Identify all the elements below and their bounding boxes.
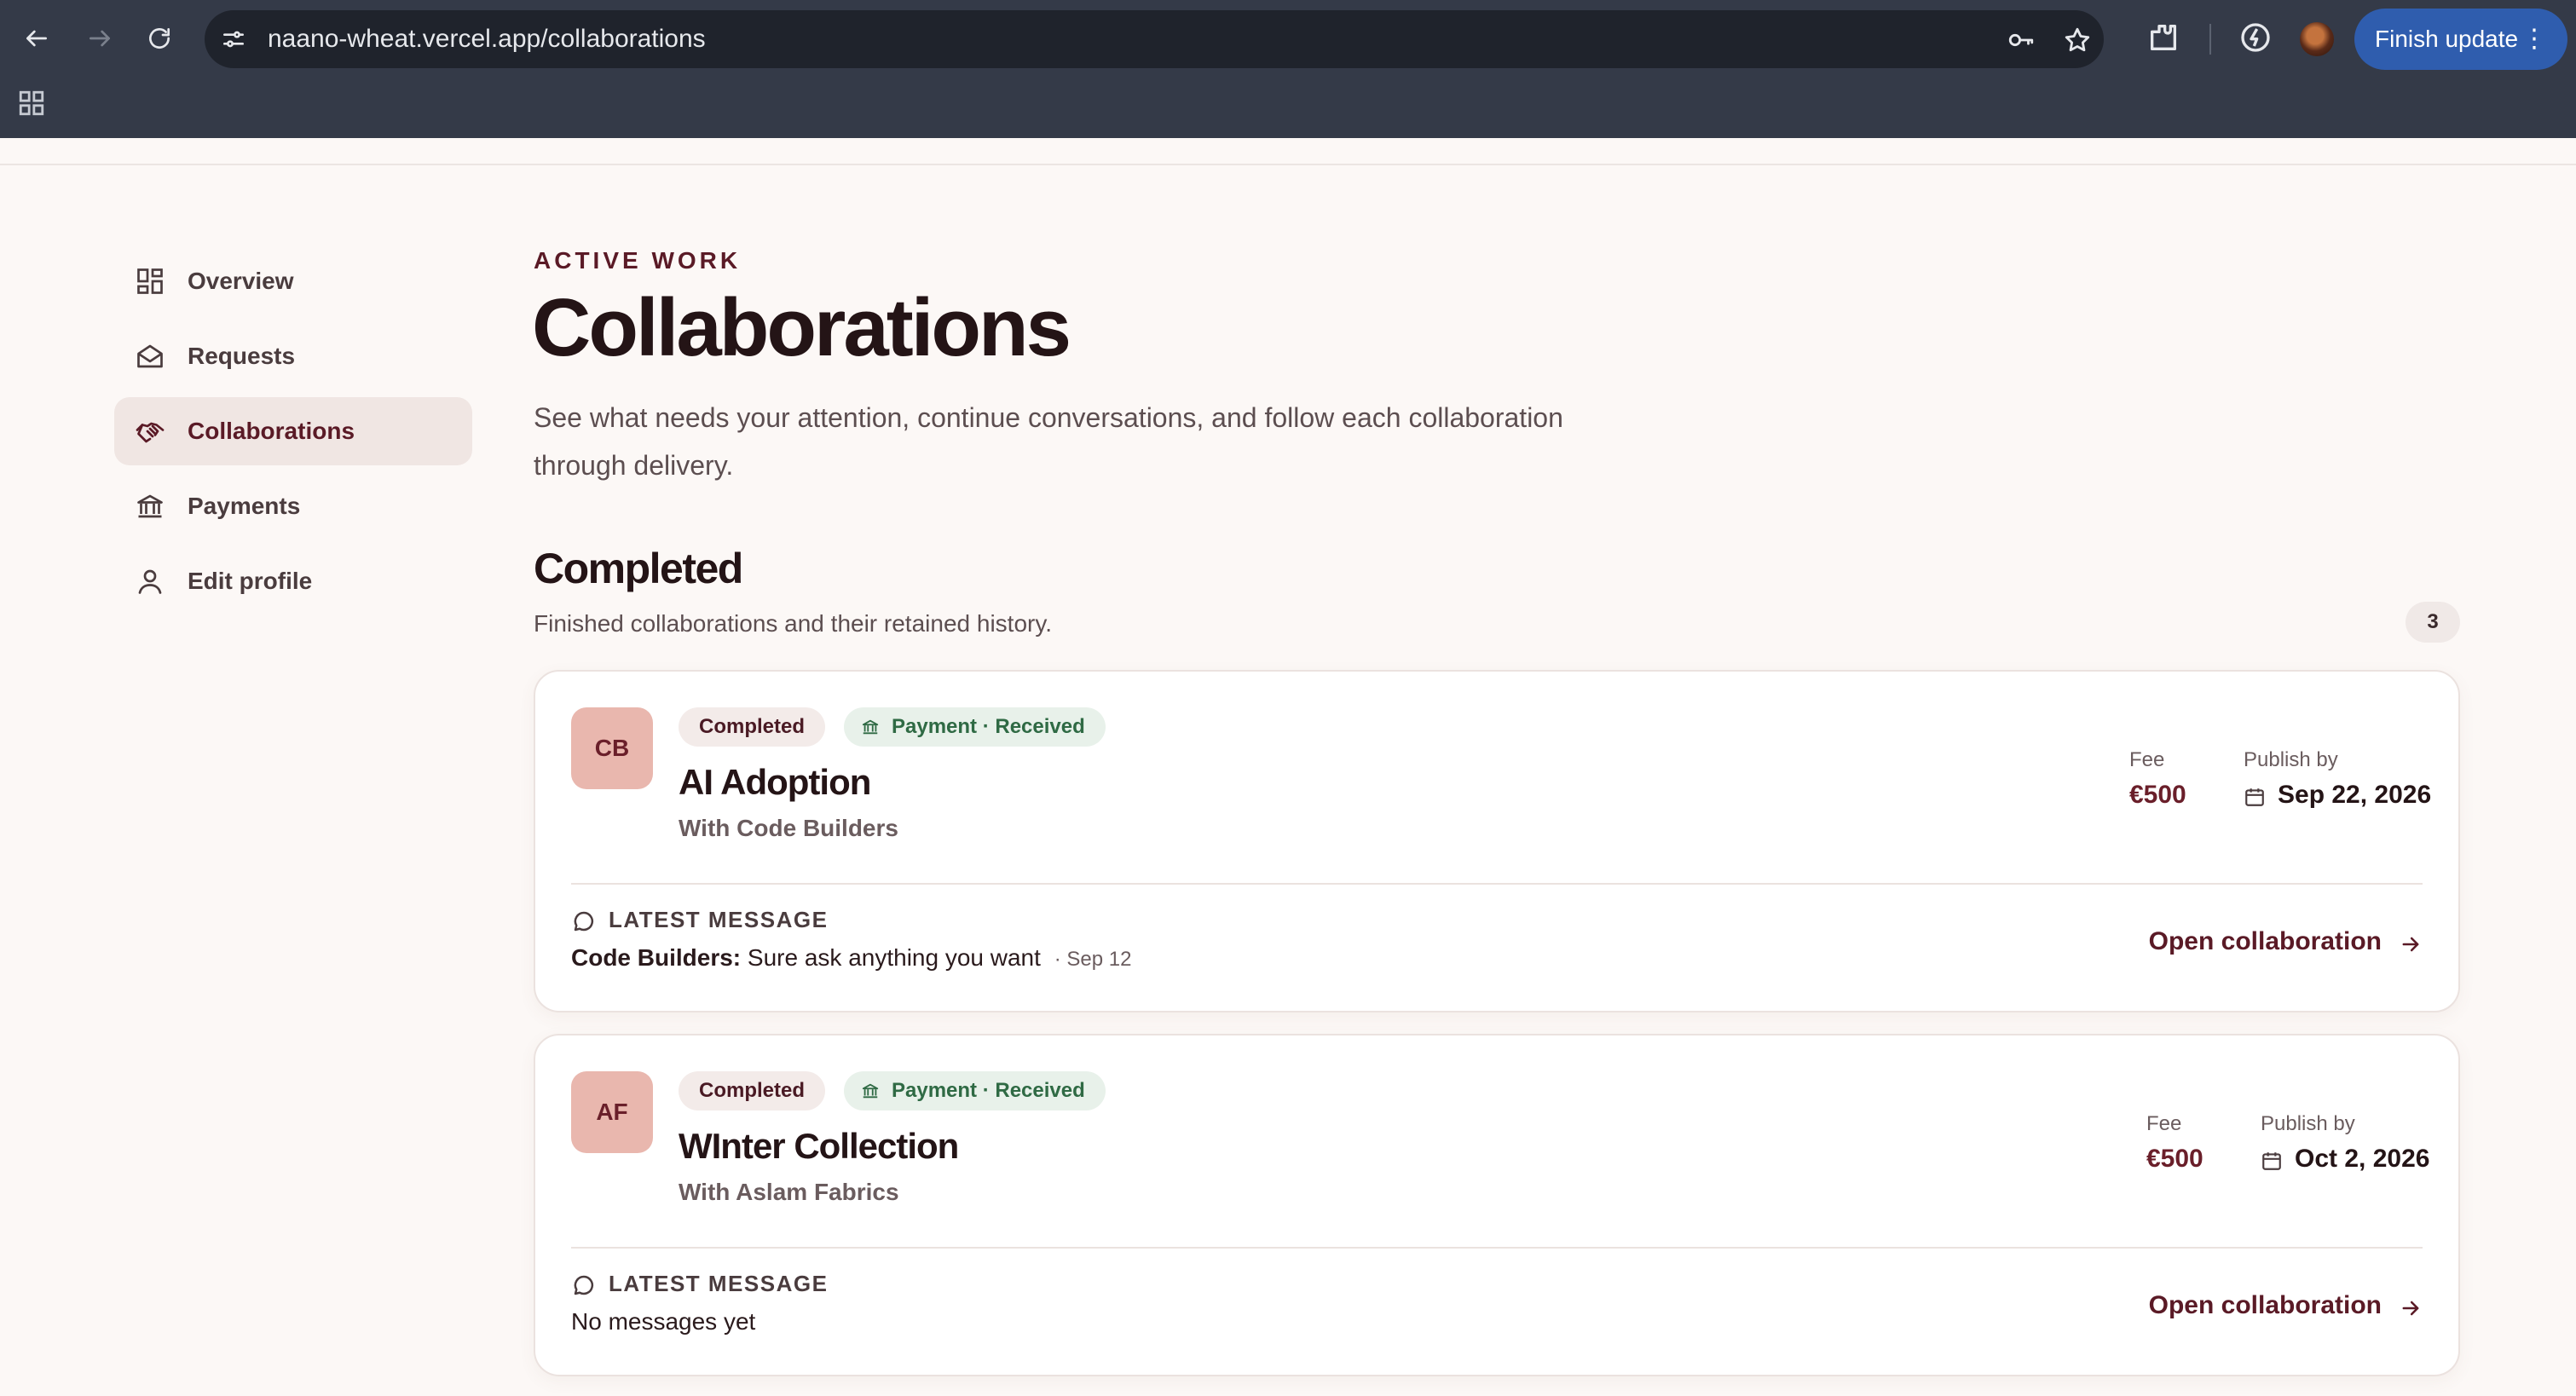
latest-message-body: Sure ask anything you want <box>747 944 1041 971</box>
collaboration-card: AF Completed Payment · Received WInter C… <box>534 1034 2460 1376</box>
address-bar[interactable]: naano-wheat.vercel.app/collaborations <box>205 10 2104 68</box>
collaboration-card: CB Completed Payment · Received AI Adopt… <box>534 670 2460 1012</box>
publish-by-date-text: Sep 22, 2026 <box>2278 781 2432 809</box>
latest-message-date: · Sep 12 <box>1054 948 1132 971</box>
collaboration-partner: With Code Builders <box>679 815 898 841</box>
publish-by-date: Oct 2, 2026 <box>2261 1145 2429 1174</box>
url-path: /collaborations <box>540 25 706 53</box>
latest-message-sender: Code Builders: <box>571 944 742 971</box>
arrow-right-icon <box>90 30 110 47</box>
publish-by-date: Sep 22, 2026 <box>2244 781 2431 810</box>
latest-message-label-text: LATEST MESSAGE <box>609 907 829 932</box>
section-title: Completed <box>534 545 743 592</box>
sidebar-item-requests[interactable]: Requests <box>114 322 472 390</box>
publish-by-label: Publish by <box>2244 748 2338 771</box>
open-collaboration-link[interactable]: Open collaboration <box>2149 927 2423 956</box>
latest-message-text: Code Builders: Sure ask anything you wan… <box>571 944 1131 972</box>
toolbar-separator <box>2209 24 2211 55</box>
url-text: naano-wheat.vercel.app/collaborations <box>268 10 706 68</box>
latest-message-text: No messages yet <box>571 1308 755 1335</box>
extensions-icon[interactable] <box>2146 20 2180 55</box>
fee-value: €500 <box>2129 781 2186 809</box>
publish-by-date-text: Oct 2, 2026 <box>2295 1145 2430 1173</box>
arrow-right-icon <box>2402 1301 2419 1316</box>
page-description: See what needs your attention, continue … <box>534 402 1563 481</box>
chat-bubble-icon <box>574 1275 594 1295</box>
star-icon[interactable] <box>2063 26 2092 55</box>
section-subtitle: Finished collaborations and their retain… <box>534 610 1053 637</box>
reload-button[interactable] <box>140 19 179 58</box>
latest-message-label: LATEST MESSAGE <box>571 907 828 933</box>
brand-monogram: CB <box>571 707 653 789</box>
fee-label: Fee <box>2146 1112 2182 1135</box>
user-icon <box>138 569 162 594</box>
sidebar-item-overview[interactable]: Overview <box>114 247 472 315</box>
publish-by-label: Publish by <box>2261 1112 2355 1135</box>
browser-chrome: naano-wheat.vercel.app/collaborations Fi… <box>0 0 2576 138</box>
sidebar-item-label: Collaborations <box>188 418 355 444</box>
collaboration-name: WInter Collection <box>679 1126 959 1166</box>
reload-icon <box>149 28 170 49</box>
card-divider <box>571 1247 2423 1249</box>
calendar-icon <box>2245 788 2264 806</box>
open-collaboration-link[interactable]: Open collaboration <box>2149 1291 2423 1320</box>
more-vert-icon: ⋮ <box>2521 25 2547 53</box>
bank-icon <box>862 719 879 735</box>
chat-bubble-icon <box>574 911 594 932</box>
sidebar-item-label: Requests <box>188 343 296 369</box>
latest-message-label-text: LATEST MESSAGE <box>609 1271 829 1296</box>
sidebar-item-collaborations[interactable]: Collaborations <box>114 397 472 465</box>
latest-message-body: No messages yet <box>571 1308 756 1335</box>
collaboration-name: AI Adoption <box>679 762 871 802</box>
profile-avatar[interactable] <box>2300 22 2334 56</box>
brand-monogram: AF <box>571 1071 653 1153</box>
sidebar-item-label: Edit profile <box>188 568 313 594</box>
fee-value: €500 <box>2146 1145 2203 1173</box>
url-host: naano-wheat.vercel.app <box>268 25 541 53</box>
section-count-badge: 3 <box>2406 602 2460 643</box>
site-settings-icon[interactable] <box>220 26 247 53</box>
status-badge: Completed <box>679 1071 826 1110</box>
arrow-right-icon <box>2402 937 2419 952</box>
fee-label: Fee <box>2129 748 2165 771</box>
status-badge: Completed <box>679 707 826 747</box>
key-icon[interactable] <box>2007 26 2036 55</box>
open-collaboration-label: Open collaboration <box>2148 927 2382 955</box>
back-button[interactable] <box>17 19 56 58</box>
arrow-left-icon <box>26 30 47 47</box>
handshake-icon <box>136 422 165 443</box>
payment-badge: Payment · Received <box>844 707 1106 747</box>
payment-badge-label: Payment · Received <box>892 715 1085 738</box>
page-eyebrow: ACTIVE WORK <box>534 247 742 274</box>
apps-grid-icon[interactable] <box>17 89 46 118</box>
latest-message-label: LATEST MESSAGE <box>571 1271 828 1297</box>
forward-button[interactable] <box>80 19 119 58</box>
open-collaboration-label: Open collaboration <box>2148 1291 2382 1319</box>
calendar-icon <box>2262 1152 2281 1170</box>
dashboard-icon <box>137 268 163 294</box>
sidebar-item-label: Overview <box>188 268 294 294</box>
card-divider <box>571 883 2423 885</box>
sidebar-item-label: Payments <box>188 493 301 519</box>
page-title: Collaborations <box>532 282 1071 373</box>
payment-badge-label: Payment · Received <box>892 1079 1085 1102</box>
sidebar-item-edit-profile[interactable]: Edit profile <box>114 547 472 615</box>
collaboration-partner: With Aslam Fabrics <box>679 1179 899 1205</box>
envelope-icon <box>137 344 163 368</box>
page-top-divider <box>0 164 2576 165</box>
payment-badge: Payment · Received <box>844 1071 1106 1110</box>
bank-icon <box>137 494 163 518</box>
finish-update-label: Finish update <box>2375 26 2519 52</box>
finish-update-button[interactable]: Finish update ⋮ <box>2354 9 2567 70</box>
bank-icon <box>862 1083 879 1099</box>
sidebar-item-payments[interactable]: Payments <box>114 472 472 540</box>
performance-icon[interactable] <box>2238 20 2273 55</box>
